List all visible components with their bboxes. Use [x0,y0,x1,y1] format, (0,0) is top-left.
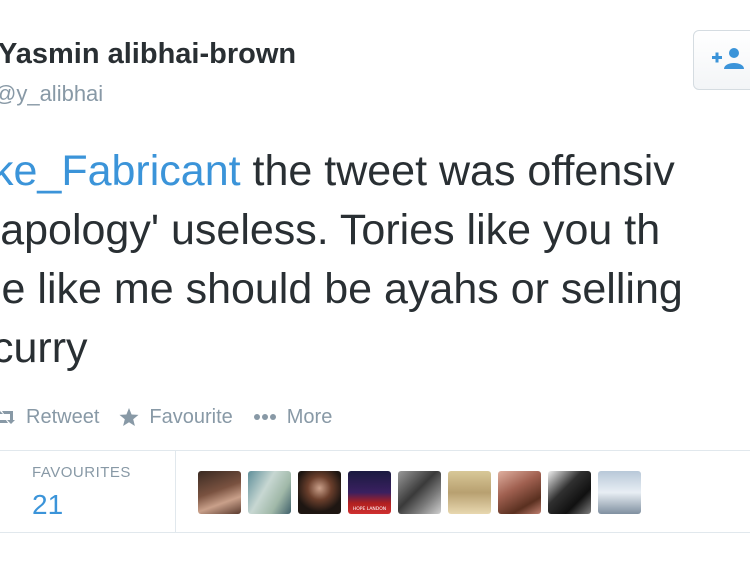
tweet-card: Yasmin alibhai-brown @y_alibhai ke_Fabri… [0,0,750,563]
retweet-label: Retweet [26,405,100,428]
follow-person-plus-icon [712,48,744,69]
tweet-text: ke_Fabricant the tweet was offensiv 'apo… [0,142,750,378]
avatar-caption: HOPE LANDON [353,506,386,512]
favourite-label: Favourite [149,405,233,428]
favoriter-avatar[interactable] [598,471,641,514]
author-handle[interactable]: @y_alibhai [0,81,103,107]
follow-button[interactable] [693,30,750,90]
favoriter-avatar[interactable] [298,471,341,514]
divider [0,532,750,533]
author-name[interactable]: Yasmin alibhai-brown [0,38,296,71]
favoriter-avatar[interactable] [448,471,491,514]
favoriter-avatar[interactable] [548,471,591,514]
divider [0,450,750,451]
tweet-line-text: the tweet was offensiv [240,147,675,195]
more-dots-icon [253,414,276,420]
favoriter-avatar[interactable] [398,471,441,514]
favourites-label: FAVOURITES [32,464,131,481]
favourite-button[interactable]: Favourite [119,405,233,429]
more-label: More [286,405,333,428]
tweet-actions: Retweet Favourite More [0,404,352,430]
tweet-line-4: curry [0,324,88,372]
tweet-line-1: ke_Fabricant the tweet was offensiv [0,142,750,201]
favoriter-avatar[interactable] [198,471,241,514]
favoriter-avatar[interactable] [498,471,541,514]
star-icon [119,407,139,426]
retweet-icon [0,411,15,424]
retweet-button[interactable]: Retweet [0,406,99,429]
mention-link[interactable]: ke_Fabricant [0,147,241,195]
favoriter-avatar[interactable]: HOPE LANDON [348,471,391,514]
tweet-line-2: 'apology' useless. Tories like you th [0,206,661,254]
tweet-line-3: le like me should be ayahs or selling [0,265,683,313]
stats-separator [175,451,176,532]
favourites-count[interactable]: 21 [32,489,63,521]
more-button[interactable]: More [253,405,333,429]
favoriter-avatar[interactable] [248,471,291,514]
favoriters-avatars: HOPE LANDON [198,471,648,514]
